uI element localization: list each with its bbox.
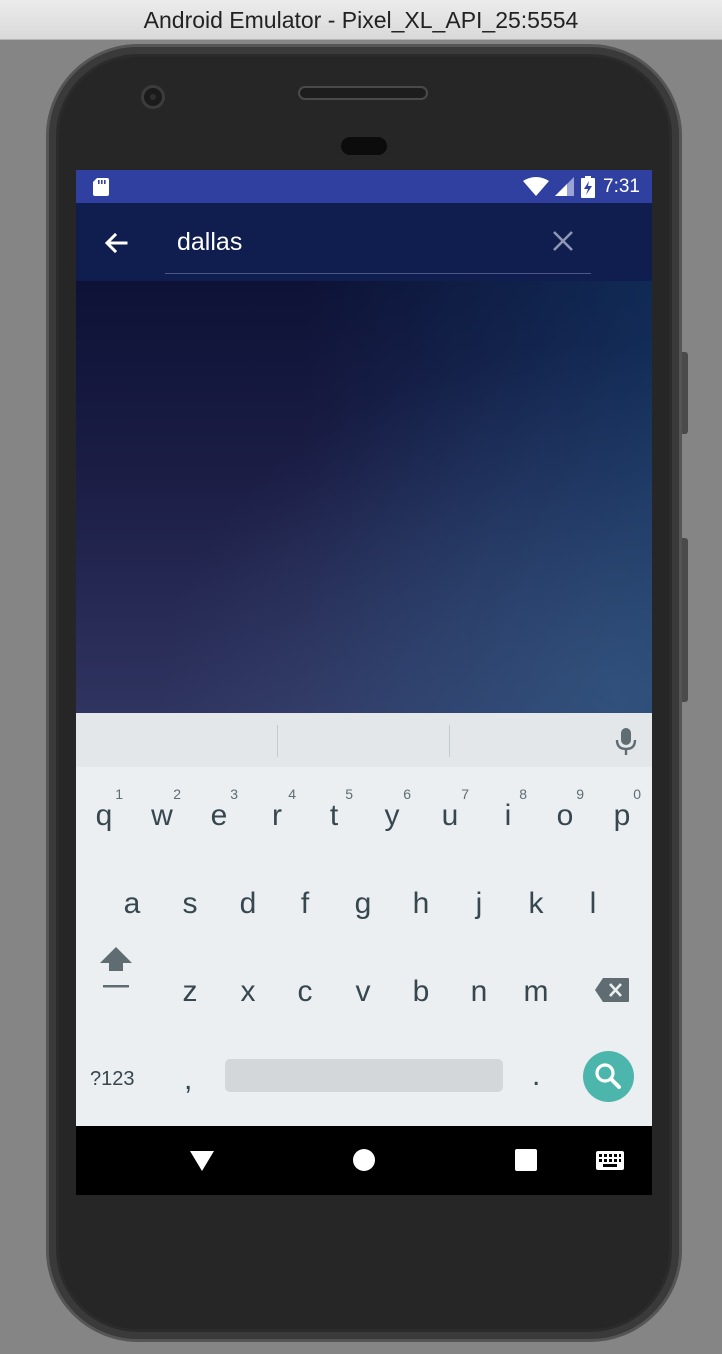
key-label: k [528, 887, 544, 920]
nav-home-icon[interactable] [352, 1148, 376, 1172]
key-v[interactable]: v [338, 952, 388, 1016]
key-label: s [182, 887, 198, 920]
search-bar: dallas [76, 203, 652, 281]
key-label: e [210, 799, 228, 832]
key-o[interactable]: 9o [540, 776, 590, 840]
key-label: g [354, 887, 372, 920]
status-time: 7:31 [603, 175, 640, 197]
key-label: x [240, 975, 256, 1008]
keyboard-switch-icon[interactable] [596, 1151, 624, 1170]
key-label: m [523, 975, 549, 1008]
key-label: f [300, 887, 310, 920]
key-x[interactable]: x [223, 952, 273, 1016]
nav-back-icon[interactable] [190, 1151, 214, 1171]
suggestion-strip [76, 713, 652, 767]
key-p[interactable]: 0p [597, 776, 647, 840]
key-label: d [239, 887, 257, 920]
key-d[interactable]: d [223, 864, 273, 928]
volume-button[interactable] [682, 538, 688, 702]
key-label: b [412, 975, 430, 1008]
key-label: p [613, 799, 631, 832]
earpiece-speaker [298, 86, 428, 100]
backspace-icon[interactable] [594, 977, 630, 1003]
symbols-key[interactable]: ?123 [90, 1068, 135, 1091]
key-k[interactable]: k [511, 864, 561, 928]
key-m[interactable]: m [511, 952, 561, 1016]
key-b[interactable]: b [396, 952, 446, 1016]
key-label: l [589, 887, 597, 920]
key-n[interactable]: n [454, 952, 504, 1016]
key-w[interactable]: 2w [137, 776, 187, 840]
search-icon [595, 1063, 621, 1089]
navigation-bar [76, 1126, 652, 1195]
key-a[interactable]: a [107, 864, 157, 928]
proximity-sensor [341, 137, 387, 155]
key-label: u [441, 799, 459, 832]
front-camera [141, 85, 165, 109]
mic-icon[interactable] [613, 727, 639, 757]
space-bar[interactable] [225, 1059, 503, 1092]
key-label: w [151, 799, 173, 832]
device-screen: 7:31 dallas 1q 2w 3e 4r 5t 6y 7u 8 i 9 o… [76, 170, 652, 1195]
key-z[interactable]: z [165, 952, 215, 1016]
battery-charging-icon [581, 175, 596, 198]
key-j[interactable]: j [454, 864, 504, 928]
key-u[interactable]: 7u [425, 776, 475, 840]
signal-icon [555, 176, 575, 196]
sd-card-icon [93, 178, 109, 196]
key-label: r [272, 799, 282, 832]
key-label: a [123, 887, 141, 920]
key-label: o [556, 799, 574, 832]
status-bar: 7:31 [76, 170, 652, 203]
key-s[interactable]: s [165, 864, 215, 928]
power-button[interactable] [682, 352, 688, 434]
comma-key[interactable]: , [184, 1063, 192, 1097]
back-arrow-icon[interactable] [100, 227, 132, 259]
key-label: j [475, 887, 483, 920]
results-area [76, 281, 652, 713]
key-g[interactable]: g [338, 864, 388, 928]
key-h[interactable]: h [396, 864, 446, 928]
key-label: v [355, 975, 371, 1008]
nav-recents-icon[interactable] [515, 1149, 537, 1171]
key-r[interactable]: 4r [252, 776, 302, 840]
key-e[interactable]: 3e [194, 776, 244, 840]
key-label: h [412, 887, 430, 920]
key-label: z [182, 975, 198, 1008]
key-label: c [297, 975, 313, 1008]
key-label: i [504, 799, 512, 832]
key-c[interactable]: c [280, 952, 330, 1016]
period-key[interactable]: . [532, 1059, 540, 1093]
clear-icon[interactable] [550, 228, 576, 254]
key-l[interactable]: l [568, 864, 618, 928]
search-key[interactable] [583, 1051, 634, 1102]
search-underline [165, 273, 591, 274]
key-q[interactable]: 1q [79, 776, 129, 840]
suggestion-divider [449, 725, 450, 757]
key-label: n [470, 975, 488, 1008]
key-y[interactable]: 6y [367, 776, 417, 840]
soft-keyboard: 1q 2w 3e 4r 5t 6y 7u 8i 9o 0p a s d f g … [76, 713, 652, 1126]
key-label: q [95, 799, 113, 832]
suggestion-divider [277, 725, 278, 757]
window-title-bar: Android Emulator - Pixel_XL_API_25:5554 [0, 0, 722, 40]
key-i[interactable]: 8i [483, 776, 533, 840]
wifi-icon [523, 176, 550, 196]
key-t[interactable]: 5t [309, 776, 359, 840]
key-label: t [329, 799, 339, 832]
shift-icon[interactable] [98, 945, 134, 991]
key-f[interactable]: f [280, 864, 330, 928]
window-title: Android Emulator - Pixel_XL_API_25:5554 [143, 7, 579, 33]
key-label: y [384, 799, 400, 832]
search-input[interactable]: dallas [177, 227, 242, 257]
